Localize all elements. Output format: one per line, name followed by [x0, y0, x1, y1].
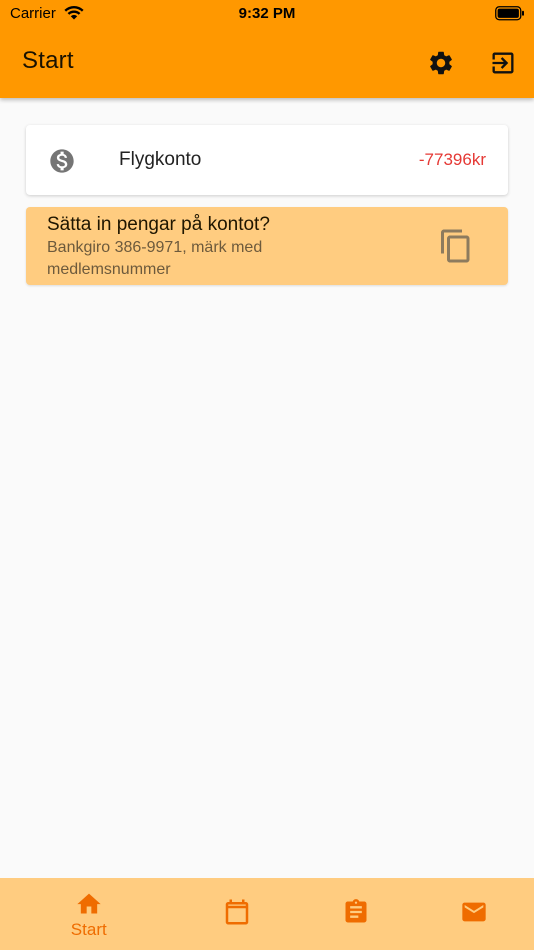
- nav-clipboard[interactable]: [289, 878, 423, 950]
- dollar-coin-icon: [50, 149, 74, 173]
- calendar-icon: [225, 899, 248, 925]
- logout-icon: [492, 52, 514, 74]
- mail-icon: [462, 902, 486, 922]
- nav-start[interactable]: Start: [22, 878, 156, 950]
- account-balance: -77396kr: [418, 150, 486, 169]
- account-name: Flygkonto: [119, 149, 202, 170]
- copy-button[interactable]: [438, 227, 474, 265]
- deposit-subtitle: Bankgiro 386-9971, märk med medlemsnumme…: [47, 239, 263, 278]
- home-icon: [77, 893, 101, 914]
- bottom-navigation: Start: [0, 878, 534, 950]
- settings-icon: [430, 51, 452, 75]
- deposit-info-card: Sätta in pengar på kontot? Bankgiro 386-…: [26, 207, 508, 285]
- settings-button[interactable]: [424, 46, 458, 80]
- logout-button[interactable]: [486, 46, 520, 80]
- copy-icon: [441, 229, 470, 263]
- page-title: Start: [22, 47, 74, 74]
- account-card[interactable]: Flygkonto -77396kr: [26, 125, 508, 195]
- battery-icon: [495, 6, 524, 21]
- deposit-title: Sätta in pengar på kontot?: [47, 214, 270, 235]
- app-header: Carrier 9:32 PM Start: [0, 0, 534, 98]
- nav-calendar[interactable]: [170, 878, 304, 950]
- status-time: 9:32 PM: [238, 5, 296, 22]
- nav-mail[interactable]: [407, 878, 534, 950]
- status-bar: Carrier 9:32 PM: [0, 0, 534, 28]
- clipboard-icon: [345, 899, 367, 923]
- nav-start-label: Start: [70, 920, 107, 939]
